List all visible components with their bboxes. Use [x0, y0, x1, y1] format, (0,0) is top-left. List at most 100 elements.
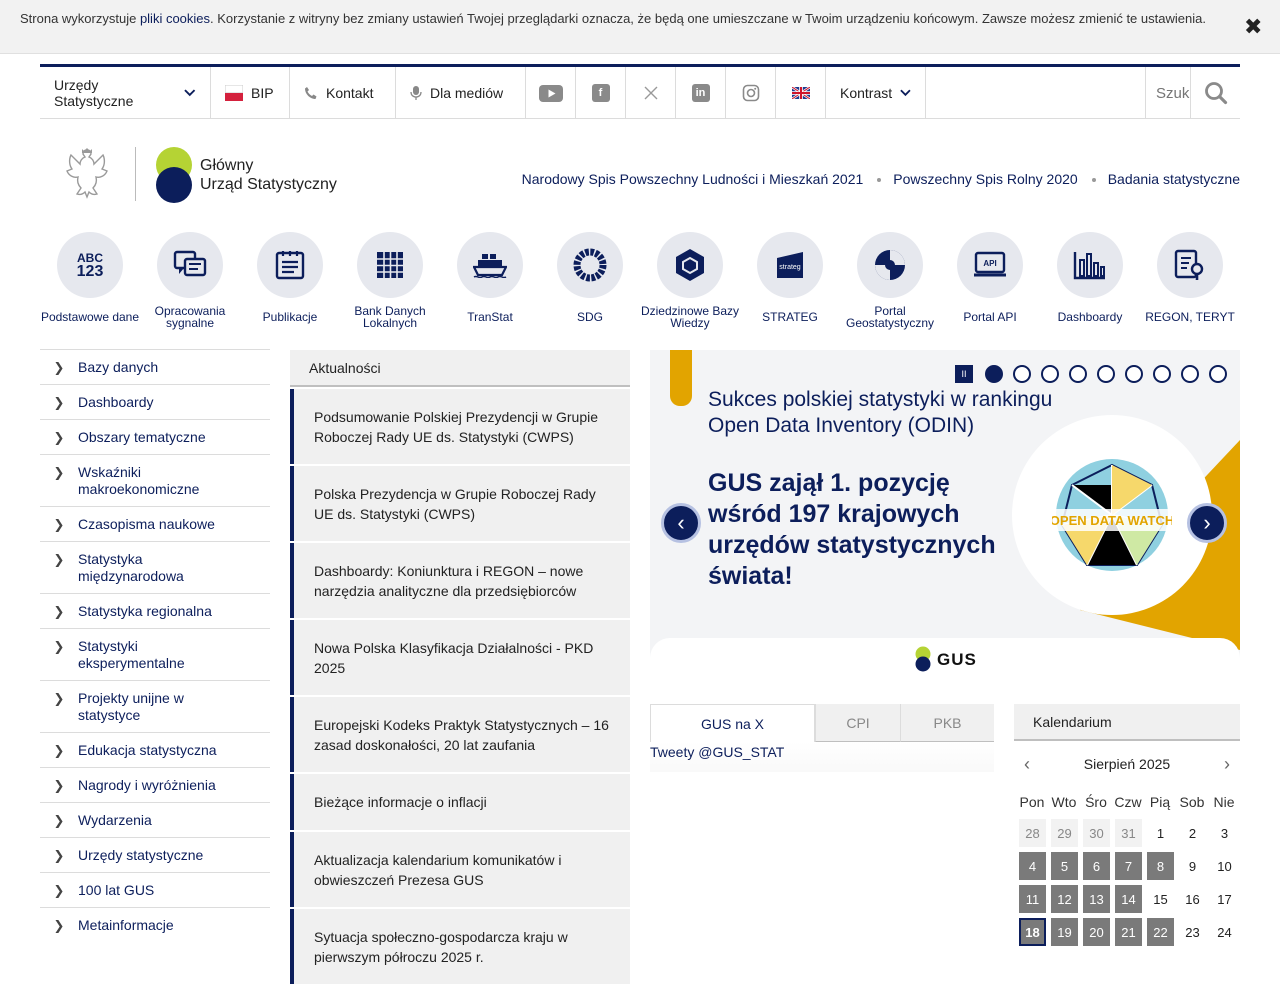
calendar-day[interactable]: 19 [1051, 918, 1078, 946]
pause-button[interactable]: II [955, 365, 973, 383]
english-version-link[interactable] [776, 67, 826, 119]
header-link-surveys[interactable]: Badania statystyczne [1108, 171, 1240, 187]
news-item[interactable]: Sytuacja społeczno-gospodarcza kraju w p… [290, 909, 630, 984]
calendar-day[interactable]: 12 [1051, 885, 1078, 913]
tile-label: STRATEG [762, 310, 818, 324]
search-button[interactable] [1190, 67, 1240, 119]
slide-dot[interactable] [985, 365, 1003, 383]
calendar-day[interactable]: 13 [1083, 885, 1110, 913]
logo-text[interactable]: Główny Urząd Statystyczny [200, 156, 337, 194]
sidebar-item[interactable]: ❯ Statystyka regionalna [40, 593, 270, 628]
instagram-link[interactable] [726, 67, 776, 119]
sidebar-item[interactable]: ❯ Czasopisma naukowe [40, 506, 270, 541]
tile-api-portal[interactable]: API Portal API [940, 232, 1040, 332]
sidebar-item[interactable]: ❯ Dashboardy [40, 384, 270, 419]
tile-strateg[interactable]: strateg STRATEG [740, 232, 840, 332]
calendar-day[interactable]: 8 [1147, 852, 1174, 880]
logo-divider [135, 147, 136, 201]
sidebar-item[interactable]: ❯ 100 lat GUS [40, 872, 270, 907]
slider-next-button[interactable]: › [1187, 503, 1227, 543]
facebook-link[interactable]: f [576, 67, 626, 119]
sidebar-item[interactable]: ❯ Urzędy statystyczne [40, 837, 270, 872]
tab-gus-x[interactable]: GUS na X [650, 704, 815, 742]
calendar-day-today[interactable]: 18 [1019, 918, 1046, 946]
tile-sdg[interactable]: SDG [540, 232, 640, 332]
sidebar-item[interactable]: ❯ Statystyka międzynarodowa [40, 541, 270, 593]
slide-dot[interactable] [1013, 365, 1031, 383]
sidebar-item[interactable]: ❯ Statystyki eksperymentalne [40, 628, 270, 680]
slide-dot[interactable] [1069, 365, 1087, 383]
chevron-right-icon[interactable]: › [1224, 754, 1230, 775]
news-item[interactable]: Nowa Polska Klasyfikacja Działalności - … [290, 620, 630, 695]
calendar-day[interactable]: 11 [1019, 885, 1046, 913]
tile-label: SDG [576, 310, 603, 324]
sidebar-item[interactable]: ❯ Edukacja statystyczna [40, 732, 270, 767]
tab-cpi[interactable]: CPI [815, 704, 900, 742]
slide-dot[interactable] [1153, 365, 1171, 383]
tile-knowledge-bases[interactable]: Dziedzinowe Bazy Wiedzy [640, 232, 740, 332]
x-link[interactable] [626, 67, 676, 119]
contact-link[interactable]: Kontakt [290, 67, 396, 119]
quick-links: ABC 123 Podstawowe dane Opracowania sygn… [40, 232, 1240, 332]
bip-link[interactable]: BIP [211, 67, 290, 119]
calendar-day[interactable]: 14 [1115, 885, 1142, 913]
tile-label: Podstawowe dane [40, 310, 140, 324]
tile-regon-teryt[interactable]: REGON, TERYT [1140, 232, 1240, 332]
slide-dot[interactable] [1209, 365, 1227, 383]
calendar-day[interactable]: 22 [1147, 918, 1174, 946]
sidebar-item-label: Nagrody i wyróżnienia [78, 777, 216, 793]
sidebar-item[interactable]: ❯ Obszary tematyczne [40, 419, 270, 454]
chevron-right-icon: ❯ [53, 465, 65, 480]
cookie-link[interactable]: pliki cookies [140, 11, 210, 26]
chevron-right-icon: ❯ [53, 743, 65, 758]
tab-pkb[interactable]: PKB [900, 704, 994, 742]
news-item[interactable]: Bieżące informacje o inflacji [290, 774, 630, 830]
sidebar-item-label: Metainformacje [78, 917, 174, 933]
slide-dot[interactable] [1125, 365, 1143, 383]
search-input[interactable] [1156, 84, 1190, 102]
calendar-day[interactable]: 5 [1051, 852, 1078, 880]
close-icon[interactable]: ✖ [1244, 14, 1262, 40]
news-item[interactable]: Dashboardy: Koniunktura i REGON – nowe n… [290, 543, 630, 618]
media-link[interactable]: Dla mediów [396, 67, 526, 119]
offices-dropdown[interactable]: Urzędy Statystyczne [40, 67, 211, 119]
gus-logo-icon[interactable] [155, 146, 193, 204]
news-item[interactable]: Aktualizacja kalendarium komunikatów i o… [290, 832, 630, 907]
slide-dot[interactable] [1097, 365, 1115, 383]
sidebar-item[interactable]: ❯ Nagrody i wyróżnienia [40, 767, 270, 802]
chevron-down-icon [900, 89, 911, 97]
sidebar-item[interactable]: ❯ Metainformacje [40, 907, 270, 942]
tile-publications[interactable]: Publikacje [240, 232, 340, 332]
news-item[interactable]: Polska Prezydencja w Grupie Roboczej Rad… [290, 466, 630, 541]
sidebar-item[interactable]: ❯ Bazy danych [40, 349, 270, 384]
slide-dot[interactable] [1041, 365, 1059, 383]
tile-local-data-bank[interactable]: Bank Danych Lokalnych [340, 232, 440, 332]
calendar-day[interactable]: 6 [1083, 852, 1110, 880]
sidebar-item[interactable]: ❯ Projekty unijne w statystyce [40, 680, 270, 732]
sidebar-item-label: Wskaźniki makroekonomiczne [78, 464, 200, 497]
tweets-link[interactable]: Tweety @GUS_STAT [650, 742, 994, 772]
calendar-day: 3 [1211, 819, 1238, 847]
slider-prev-button[interactable]: ‹ [661, 503, 701, 543]
calendar-day[interactable]: 7 [1115, 852, 1142, 880]
header-link-census[interactable]: Narodowy Spis Powszechny Ludności i Mies… [522, 171, 864, 187]
calendar-day[interactable]: 20 [1083, 918, 1110, 946]
tile-transtat[interactable]: TranStat [440, 232, 540, 332]
calendar-day[interactable]: 21 [1115, 918, 1142, 946]
linkedin-link[interactable]: in [676, 67, 726, 119]
sidebar-item[interactable]: ❯ Wydarzenia [40, 802, 270, 837]
header-link-agri-census[interactable]: Powszechny Spis Rolny 2020 [893, 171, 1077, 187]
footer-logo-text: GUS [937, 650, 977, 669]
news-item[interactable]: Podsumowanie Polskiej Prezydencji w Grup… [290, 389, 630, 464]
youtube-link[interactable] [526, 67, 576, 119]
tile-geostat-portal[interactable]: Portal Geostatystyczny [840, 232, 940, 332]
news-item[interactable]: Europejski Kodeks Praktyk Statystycznych… [290, 697, 630, 772]
contrast-dropdown[interactable]: Kontrast [826, 67, 926, 119]
slide-dot[interactable] [1181, 365, 1199, 383]
tile-signal-reports[interactable]: Opracowania sygnalne [140, 232, 240, 332]
tile-dashboards[interactable]: Dashboardy [1040, 232, 1140, 332]
calendar-day[interactable]: 4 [1019, 852, 1046, 880]
tile-basic-data[interactable]: ABC 123 Podstawowe dane [40, 232, 140, 332]
chevron-left-icon[interactable]: ‹ [1024, 754, 1030, 775]
sidebar-item[interactable]: ❯ Wskaźniki makroekonomiczne [40, 454, 270, 506]
